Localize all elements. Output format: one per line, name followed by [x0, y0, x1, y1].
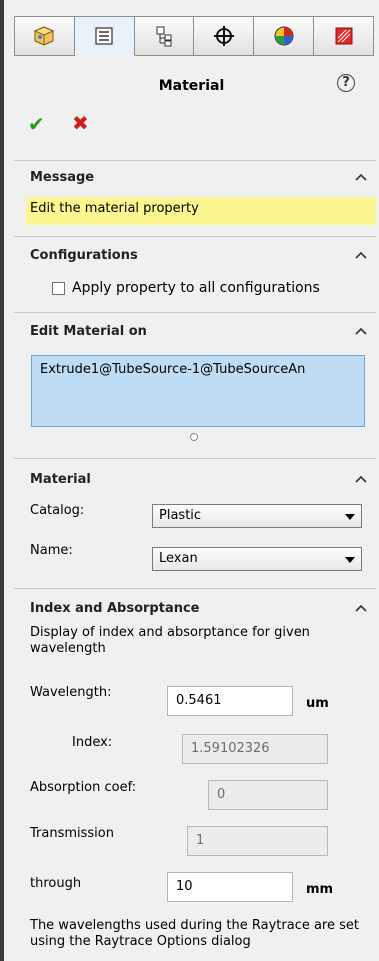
index-absorptance-section-title: Index and Absorptance — [30, 601, 200, 616]
wavelength-input[interactable]: 0.5461 — [167, 686, 293, 716]
divider — [14, 312, 376, 313]
transmission-label: Transmission — [30, 826, 114, 841]
help-icon[interactable]: ? — [337, 74, 355, 92]
collapse-configurations-icon[interactable] — [354, 250, 368, 260]
collapse-index-absorptance-icon[interactable] — [354, 603, 368, 613]
index-label: Index: — [72, 735, 113, 750]
collapse-material-icon[interactable] — [354, 474, 368, 484]
through-input[interactable]: 10 — [167, 872, 293, 902]
divider — [14, 236, 376, 237]
message-section-title: Message — [30, 170, 95, 185]
absorption-coef-label: Absorption coef: — [30, 780, 137, 795]
tab-feature-manager[interactable] — [14, 16, 75, 56]
ok-button[interactable]: ✔ — [28, 112, 45, 136]
configurations-section-title: Configurations — [30, 248, 138, 263]
absorption-coef-readout: 0 — [208, 780, 328, 810]
property-manager-panel: Material ? ✔ ✖ Message Edit the material… — [4, 0, 379, 961]
message-text: Edit the material property — [30, 201, 199, 216]
apply-all-configurations-label[interactable]: Apply property to all configurations — [72, 280, 320, 296]
tab-dimxpert-manager[interactable] — [194, 16, 255, 56]
name-label: Name: — [30, 543, 73, 558]
chevron-down-icon — [345, 514, 355, 520]
index-absorptance-description: Display of index and absorptance for giv… — [30, 625, 310, 656]
tab-configuration-manager[interactable] — [134, 16, 195, 56]
tab-property-manager[interactable] — [74, 16, 135, 56]
selection-list-item[interactable]: Extrude1@TubeSource-1@TubeSourceAn — [40, 362, 305, 377]
catalog-dropdown[interactable]: Plastic — [152, 504, 362, 528]
collapse-edit-material-icon[interactable] — [354, 326, 368, 336]
index-readout: 1.59102326 — [182, 734, 328, 764]
material-section-title: Material — [30, 472, 91, 487]
divider — [14, 458, 376, 459]
chevron-down-icon — [345, 557, 355, 563]
configuration-icon — [154, 25, 174, 47]
through-unit: mm — [306, 882, 334, 897]
wavelength-label: Wavelength: — [30, 685, 112, 700]
collapse-message-icon[interactable] — [354, 172, 368, 182]
divider — [14, 588, 376, 589]
name-value: Lexan — [159, 551, 198, 566]
property-list-icon — [94, 26, 114, 46]
cancel-button[interactable]: ✖ — [72, 111, 89, 135]
manager-tabs — [14, 16, 374, 56]
wavelength-unit: um — [306, 696, 329, 711]
panel-title: Material — [158, 78, 225, 94]
catalog-value: Plastic — [159, 508, 202, 523]
tab-display-manager[interactable] — [254, 16, 315, 56]
edit-material-section-title: Edit Material on — [30, 324, 147, 339]
appearance-ball-icon — [273, 25, 295, 47]
through-label: through — [30, 876, 82, 891]
listbox-resize-handle[interactable] — [190, 433, 198, 441]
tab-raytrace-manager[interactable] — [314, 16, 374, 56]
transmission-readout: 1 — [187, 826, 328, 856]
crosshair-icon — [213, 25, 235, 47]
raytrace-note: The wavelengths used during the Raytrace… — [30, 918, 359, 949]
part-icon — [32, 25, 56, 47]
name-dropdown[interactable]: Lexan — [152, 547, 362, 571]
divider — [14, 160, 376, 161]
apply-all-configurations-checkbox[interactable] — [52, 282, 65, 295]
raytrace-icon — [334, 26, 354, 46]
catalog-label: Catalog: — [30, 503, 85, 518]
